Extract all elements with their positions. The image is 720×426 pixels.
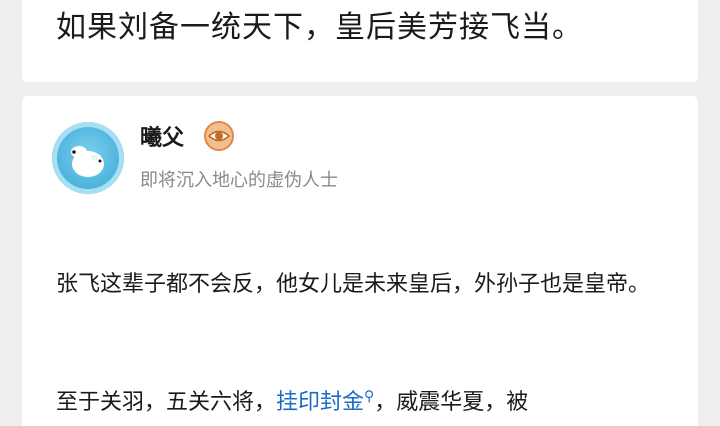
author-bio: 即将沉入地心的虚伪人士 xyxy=(140,170,338,191)
avatar[interactable] xyxy=(52,122,124,194)
search-link-text: 挂印封金 xyxy=(276,390,365,415)
paragraph-2-prefix: 至于关羽，五关六将， xyxy=(56,390,277,415)
answer-card: 曦父 即将沉入地心的虚伪人士 张飞这辈子都不会反，他女儿是未来皇后，外孙子也是皇… xyxy=(22,96,698,426)
search-icon: ⚲ xyxy=(364,388,375,405)
previous-answer-card: 如果刘备一统天下，皇后美芳接飞当。 xyxy=(22,0,698,82)
search-link[interactable]: 挂印封金⚲ xyxy=(276,388,375,415)
author-name[interactable]: 曦父 xyxy=(140,120,184,152)
eye-badge-icon xyxy=(204,121,234,151)
paragraph-2-suffix: ，威震华夏，被 xyxy=(374,390,529,415)
dog-avatar-icon xyxy=(71,146,104,177)
answer-paragraph-2: 至于关羽，五关六将，挂印封金⚲，威震华夏，被 xyxy=(56,384,528,416)
answer-paragraph-1: 张飞这辈子都不会反，他女儿是未来皇后，外孙子也是皇帝。 xyxy=(56,272,651,297)
previous-answer-text: 如果刘备一统天下，皇后美芳接飞当。 xyxy=(56,10,583,45)
